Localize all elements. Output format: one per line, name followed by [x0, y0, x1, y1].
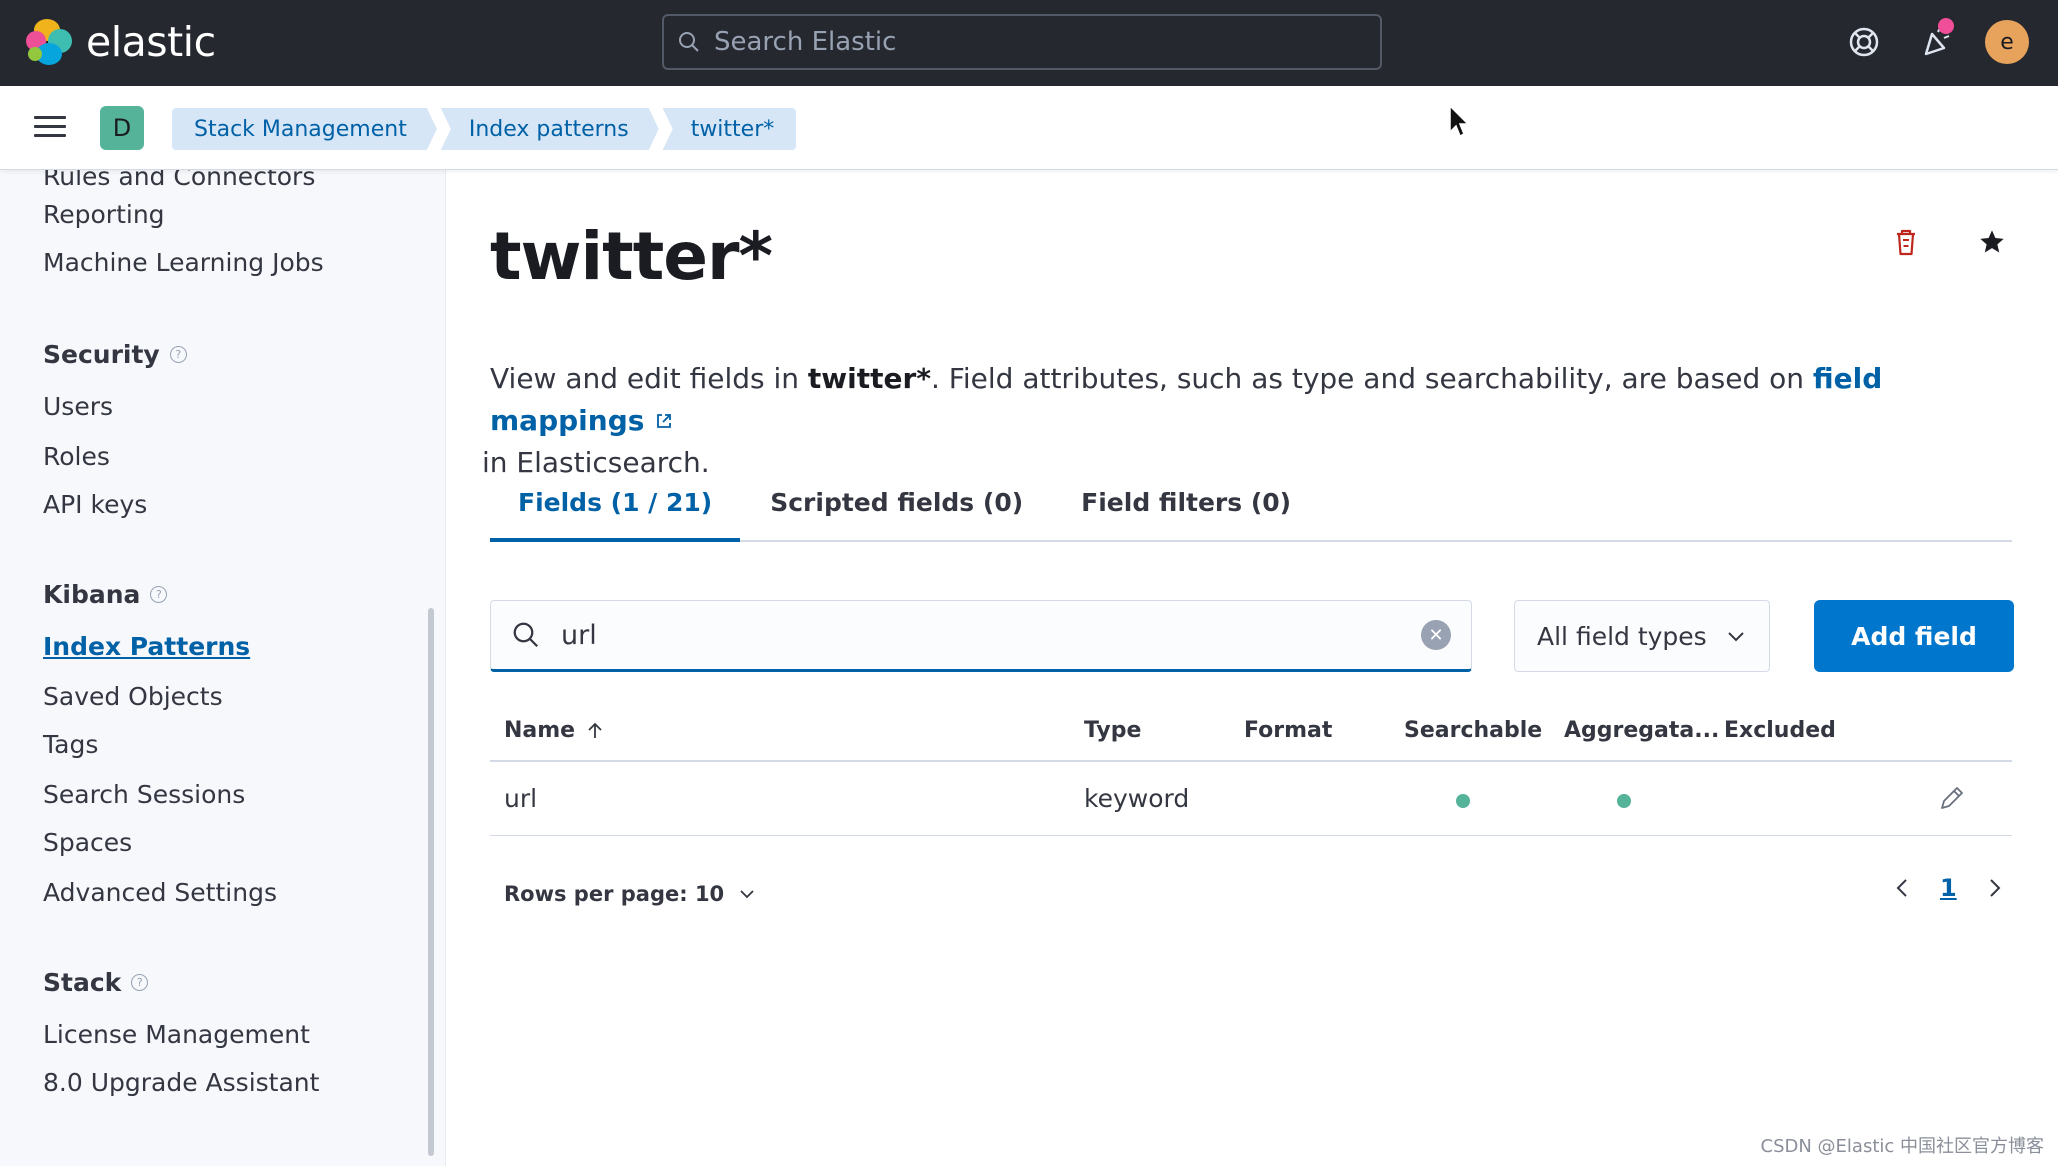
menu-icon[interactable]	[34, 110, 66, 142]
space-avatar[interactable]: D	[100, 106, 144, 150]
sidebar-scrollbar[interactable]	[428, 608, 434, 1156]
sidebar-item-roles[interactable]: Roles	[43, 442, 110, 471]
logo-text: elastic	[86, 18, 216, 66]
watermark: CSDN @Elastic 中国社区官方博客	[1760, 1136, 2045, 1157]
sort-ascending-icon	[588, 722, 602, 738]
elastic-logo-icon	[26, 19, 72, 65]
global-search[interactable]	[662, 14, 1382, 70]
column-header-type[interactable]: Type	[1084, 718, 1141, 743]
description-text: in Elasticsearch.	[482, 446, 710, 479]
sidebar-item-users[interactable]: Users	[43, 392, 113, 421]
section-title: Stack	[43, 968, 122, 997]
add-field-button[interactable]: Add field	[1814, 600, 2014, 672]
main-content: twitter* View and edit fields in twitter…	[446, 170, 2058, 1166]
section-title: Security	[43, 340, 160, 369]
help-question-icon[interactable]: ?	[131, 974, 149, 991]
star-icon	[1980, 230, 2004, 253]
section-title: Kibana	[43, 580, 141, 609]
notification-dot	[1938, 18, 1954, 34]
page-number[interactable]: 1	[1940, 874, 1957, 902]
sidebar-section-stack: Stack ?	[43, 968, 149, 997]
sidebar-section-kibana: Kibana ?	[43, 580, 168, 609]
trash-icon	[1897, 229, 1915, 256]
table-row: url keyword	[490, 762, 2012, 836]
sidebar-item-upgrade-assistant[interactable]: 8.0 Upgrade Assistant	[43, 1068, 319, 1097]
chevron-down-icon	[1728, 632, 1744, 642]
sidebar-item-ml-jobs[interactable]: Machine Learning Jobs	[43, 248, 324, 277]
breadcrumb-stack-management[interactable]: Stack Management	[172, 108, 437, 150]
tabs: Fields (1 / 21) Scripted fields (0) Fiel…	[490, 488, 2012, 542]
cell-type: keyword	[1084, 784, 1190, 813]
clear-search-icon[interactable]: ✕	[1421, 620, 1451, 650]
sidebar-item-advanced-settings[interactable]: Advanced Settings	[43, 878, 277, 907]
user-avatar[interactable]: e	[1985, 20, 2029, 64]
global-search-input[interactable]	[714, 27, 1380, 57]
search-icon	[491, 620, 561, 650]
set-default-button[interactable]	[1970, 220, 2014, 264]
column-header-name[interactable]: Name	[504, 718, 605, 743]
chevron-left-icon[interactable]	[1892, 877, 1914, 899]
sidebar-item-saved-objects[interactable]: Saved Objects	[43, 682, 223, 711]
tab-field-filters[interactable]: Field filters (0)	[1053, 488, 1319, 542]
column-header-format[interactable]: Format	[1244, 718, 1332, 743]
external-link-icon	[657, 414, 672, 428]
help-question-icon[interactable]: ?	[169, 346, 187, 363]
field-type-select-value: All field types	[1537, 621, 1707, 651]
breadcrumb-current: twitter*	[662, 108, 797, 150]
sidebar-item-license-management[interactable]: License Management	[43, 1020, 310, 1049]
mouse-cursor-icon	[1449, 104, 1470, 138]
search-icon	[664, 30, 714, 54]
column-header-excluded[interactable]: Excluded	[1724, 718, 1836, 743]
field-type-select[interactable]: All field types	[1514, 600, 1770, 672]
sidebar: Rules and Connectors Reporting Machine L…	[0, 170, 446, 1166]
tab-fields[interactable]: Fields (1 / 21)	[490, 488, 741, 542]
description-text: . Field attributes, such as type and sea…	[930, 362, 1813, 395]
field-search[interactable]: ✕	[490, 600, 1472, 672]
sidebar-item-spaces[interactable]: Spaces	[43, 828, 132, 857]
sidebar-item-reporting[interactable]: Reporting	[43, 200, 165, 229]
chevron-down-icon	[740, 890, 754, 899]
breadcrumb-bar: D Stack Management Index patterns twitte…	[0, 86, 2058, 170]
edit-pencil-icon[interactable]	[1934, 780, 1970, 816]
sidebar-item-search-sessions[interactable]: Search Sessions	[43, 780, 245, 809]
help-icon[interactable]	[1842, 20, 1886, 64]
column-header-aggregatable[interactable]: Aggregata...	[1564, 718, 1719, 743]
top-header: elastic e	[0, 0, 2058, 86]
help-question-icon[interactable]: ?	[150, 586, 168, 603]
breadcrumb: Stack Management Index patterns twitter*	[172, 108, 800, 150]
description-pattern: twitter*	[807, 362, 931, 395]
fields-table: Name Type Format Searchable Aggregata...…	[490, 700, 2012, 836]
searchable-dot-icon	[1456, 794, 1470, 808]
sidebar-item-rules-and-connectors[interactable]: Rules and Connectors	[43, 170, 315, 191]
page-description: View and edit fields in twitter*. Field …	[482, 358, 2030, 484]
newsfeed-icon[interactable]	[1914, 18, 1958, 64]
page-title: twitter*	[490, 218, 773, 295]
pagination: 1	[1892, 874, 2005, 902]
chevron-right-icon[interactable]	[1983, 877, 2005, 899]
column-header-searchable[interactable]: Searchable	[1404, 718, 1542, 743]
sidebar-item-tags[interactable]: Tags	[43, 730, 98, 759]
tab-scripted-fields[interactable]: Scripted fields (0)	[742, 488, 1051, 542]
delete-button[interactable]	[1884, 220, 1928, 264]
breadcrumb-index-patterns[interactable]: Index patterns	[441, 108, 659, 150]
aggregatable-dot-icon	[1617, 794, 1631, 808]
table-header: Name Type Format Searchable Aggregata...…	[490, 700, 2012, 762]
elastic-logo[interactable]: elastic	[26, 18, 216, 66]
rows-per-page-select[interactable]: Rows per page: 10	[504, 882, 756, 906]
field-search-input[interactable]	[561, 619, 1421, 651]
sidebar-item-index-patterns[interactable]: Index Patterns	[43, 632, 250, 661]
cell-name: url	[504, 784, 538, 813]
sidebar-item-api-keys[interactable]: API keys	[43, 490, 147, 519]
rows-per-page-label: Rows per page: 10	[504, 882, 725, 906]
sidebar-section-security: Security ?	[43, 340, 187, 369]
description-text: View and edit fields in	[490, 362, 808, 395]
